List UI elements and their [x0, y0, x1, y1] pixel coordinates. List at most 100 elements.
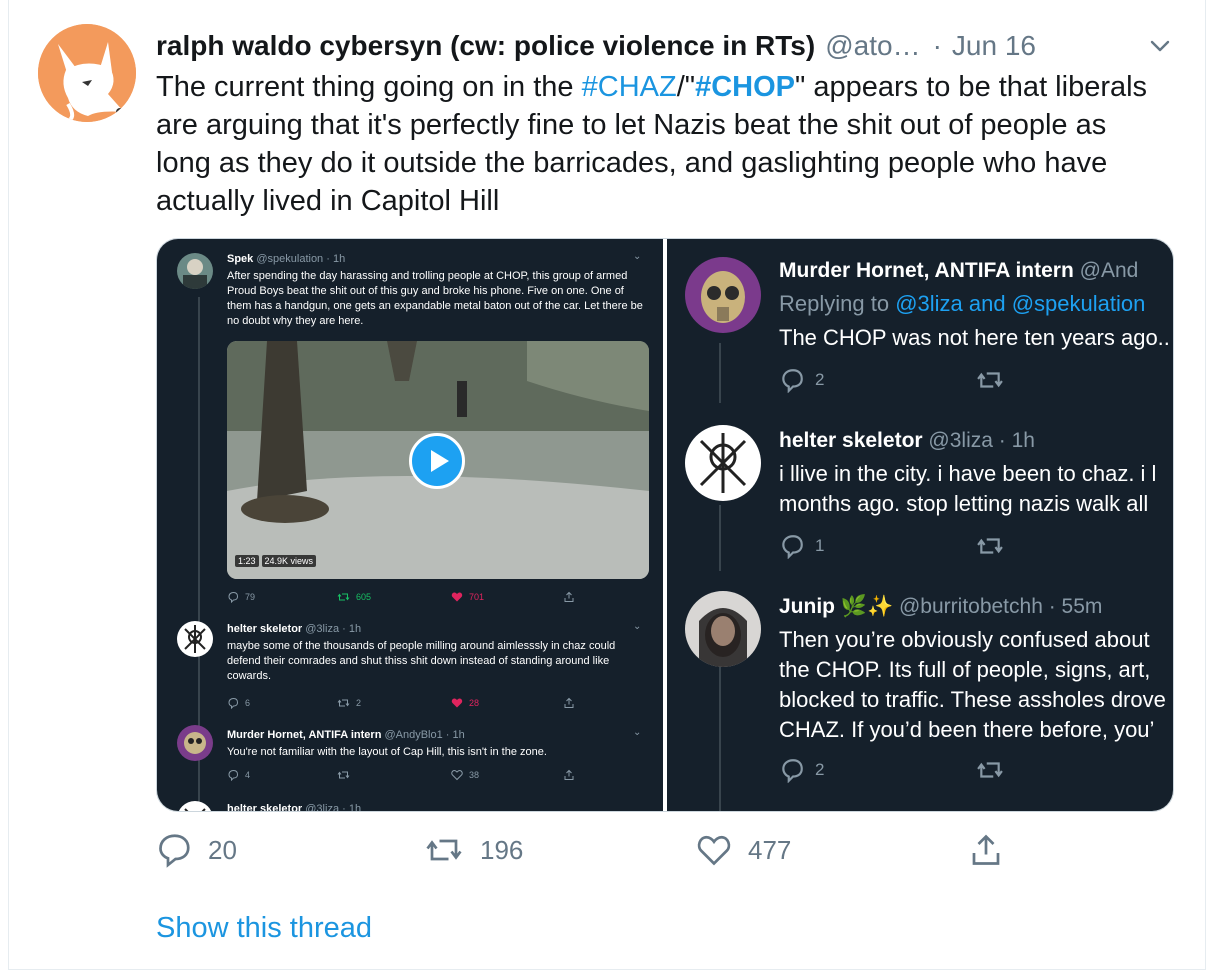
chevron-down-icon: ⌄ — [633, 621, 642, 632]
tweet-media[interactable]: Spek @spekulation · 1h ⌄ After spending … — [156, 238, 1174, 812]
reply-button[interactable]: 20 — [156, 832, 237, 868]
screenshot-author-meta: @3liza · 1h — [305, 623, 362, 635]
avatar — [685, 591, 761, 667]
screenshot-author-name: Spek — [227, 253, 254, 265]
screenshot-like: 28 — [451, 697, 479, 709]
screenshot-like-count: 28 — [469, 698, 480, 708]
avatar — [685, 257, 761, 333]
screenshot-retweet-count: 605 — [356, 592, 372, 602]
screenshot-author-meta: @spekulation · 1h — [256, 253, 346, 265]
screenshot-tweet-body: You're not familiar with the layout of C… — [227, 746, 547, 758]
video-duration: 1:23 — [235, 555, 259, 567]
tweet-text-part: The current thing going on in the — [156, 71, 582, 103]
author-handle[interactable]: @ato… — [825, 30, 920, 62]
screenshot-tweet-body-line: the CHOP. Its full of people, signs, art… — [779, 657, 1151, 682]
tweet-date[interactable]: Jun 16 — [952, 30, 1036, 62]
screenshot-retweet — [337, 769, 350, 781]
reply-icon — [159, 834, 190, 868]
retweet-icon — [975, 367, 1005, 393]
screenshot-tweet-body-line: Then you’re obviously confused about — [779, 627, 1150, 652]
video-thumbnail: 1:23 24.9K views — [227, 341, 649, 579]
screenshot-reply-count: 2 — [815, 760, 825, 779]
chevron-down-icon: ⌄ — [633, 251, 642, 262]
show-thread-link[interactable]: Show this thread — [156, 912, 372, 945]
tweet-text-part: /" — [676, 71, 696, 103]
media-image-left[interactable]: Spek @spekulation · 1h ⌄ After spending … — [157, 239, 663, 812]
hashtag-chaz-link[interactable]: #CHAZ — [582, 71, 677, 103]
screenshot-reply: 6 — [227, 697, 250, 709]
screenshot-tweet-header: helter skeletor @3liza · 1h — [227, 623, 361, 635]
media-image-right[interactable]: Murder Hornet, ANTIFA intern @And Replyi… — [667, 239, 1173, 811]
screenshot-tweet-header: Spek @spekulation · 1h — [227, 253, 345, 265]
screenshot-action-bar: 6 2 28 — [227, 697, 577, 711]
replying-to-prefix: Replying to — [779, 291, 896, 316]
share-icon — [563, 591, 575, 603]
screenshot-tweet-body-line: i llive in the city. i have been to chaz… — [779, 461, 1157, 486]
play-icon — [409, 433, 465, 489]
screenshot-author-name: Junip — [779, 595, 835, 618]
share-button[interactable] — [968, 832, 1004, 868]
screenshot-author-name: Murder Hornet, ANTIFA intern — [227, 729, 382, 741]
screenshot-reply: 79 — [227, 591, 255, 603]
separator-dot: · — [932, 30, 942, 61]
screenshot-tweet-body-line: CHAZ. If you’d been there before, you’ — [779, 717, 1155, 742]
screenshot-reply-count: 6 — [245, 698, 251, 708]
screenshot-action-bar: 79 605 701 — [227, 591, 577, 605]
screenshot-reply-count: 1 — [815, 536, 825, 555]
avatar — [177, 253, 213, 289]
like-button[interactable]: 477 — [696, 832, 791, 868]
screenshot-tweet-header: Murder Hornet, ANTIFA intern @And — [779, 259, 1138, 283]
thread-line — [719, 667, 721, 811]
share-icon — [563, 769, 575, 781]
screenshot-tweet-body: The CHOP was not here ten years ago.. — [779, 325, 1170, 350]
reply-icon — [228, 697, 239, 709]
replying-to-users: @3liza and @spekulation — [895, 291, 1146, 316]
screenshot-reply: 1 — [779, 533, 824, 559]
screenshot-tweet-body-line: months ago. stop letting nazis walk all — [779, 491, 1149, 516]
tweet-text: The current thing going on in the #CHAZ/… — [156, 68, 1166, 220]
screenshot-reply: 4 — [227, 769, 250, 781]
retweet-icon — [337, 771, 350, 779]
screenshot-tweet-header: helter skeletor @3liza · 1h — [227, 803, 362, 812]
reply-icon — [782, 759, 803, 783]
retweet-count: 196 — [480, 834, 524, 865]
like-icon — [451, 698, 463, 708]
retweet-button[interactable]: 196 — [424, 832, 523, 868]
author-name[interactable]: ralph waldo cybersyn (cw: police violenc… — [156, 30, 815, 62]
screenshot-tweet-body: maybe some of the thousands of people mi… — [227, 640, 616, 682]
screenshot-reply-count: 2 — [815, 370, 825, 389]
screenshot-author-meta: @AndyBlo1 · 1h — [384, 729, 465, 741]
screenshot-reply: 2 — [779, 367, 824, 393]
screenshot-author-handle: @And — [1079, 259, 1139, 282]
screenshot-retweet: 605 — [337, 591, 371, 603]
retweet-icon — [337, 699, 350, 707]
share-icon — [972, 834, 1000, 865]
screenshot-author-meta: @burritobetchh · 55m — [898, 595, 1103, 618]
reply-icon — [782, 535, 803, 559]
chevron-down-icon: ⌄ — [633, 727, 642, 738]
screenshot-tweet-body-line: blocked to traffic. These assholes drove — [779, 687, 1166, 712]
retweet-icon — [337, 593, 350, 601]
share-icon — [563, 697, 575, 709]
screenshot-reply-count: 4 — [245, 770, 251, 780]
screenshot-author-emoji: 🌿✨ — [840, 595, 894, 618]
screenshot-like: 701 — [451, 591, 484, 603]
thread-line — [719, 343, 721, 403]
fox-avatar-icon[interactable] — [38, 24, 136, 122]
like-icon — [697, 835, 731, 866]
thread-line — [719, 505, 721, 571]
chevron-down-icon[interactable] — [1146, 32, 1174, 60]
tweet-action-bar: 20 196 477 — [156, 832, 1016, 872]
screenshot-like-count: 38 — [469, 770, 480, 780]
screenshot-tweet-header: helter skeletor @3liza · 1h — [779, 429, 1035, 453]
avatar — [177, 801, 213, 811]
hashtag-chop-link[interactable]: #CHOP — [695, 71, 795, 103]
screenshot-tweet-body: After spending the day harassing and tro… — [227, 270, 643, 327]
tweet-header: ralph waldo cybersyn (cw: police violenc… — [156, 28, 1174, 64]
screenshot-like-count: 701 — [469, 592, 485, 602]
screenshot-author-meta: @3liza · 1h — [305, 803, 362, 812]
replying-to-line: Replying to @3liza and @spekulation — [779, 291, 1145, 317]
screenshot-retweet: 2 — [337, 697, 361, 709]
screenshot-retweet-count: 2 — [356, 698, 362, 708]
screenshot-author-name: Murder Hornet, ANTIFA intern — [779, 259, 1074, 282]
